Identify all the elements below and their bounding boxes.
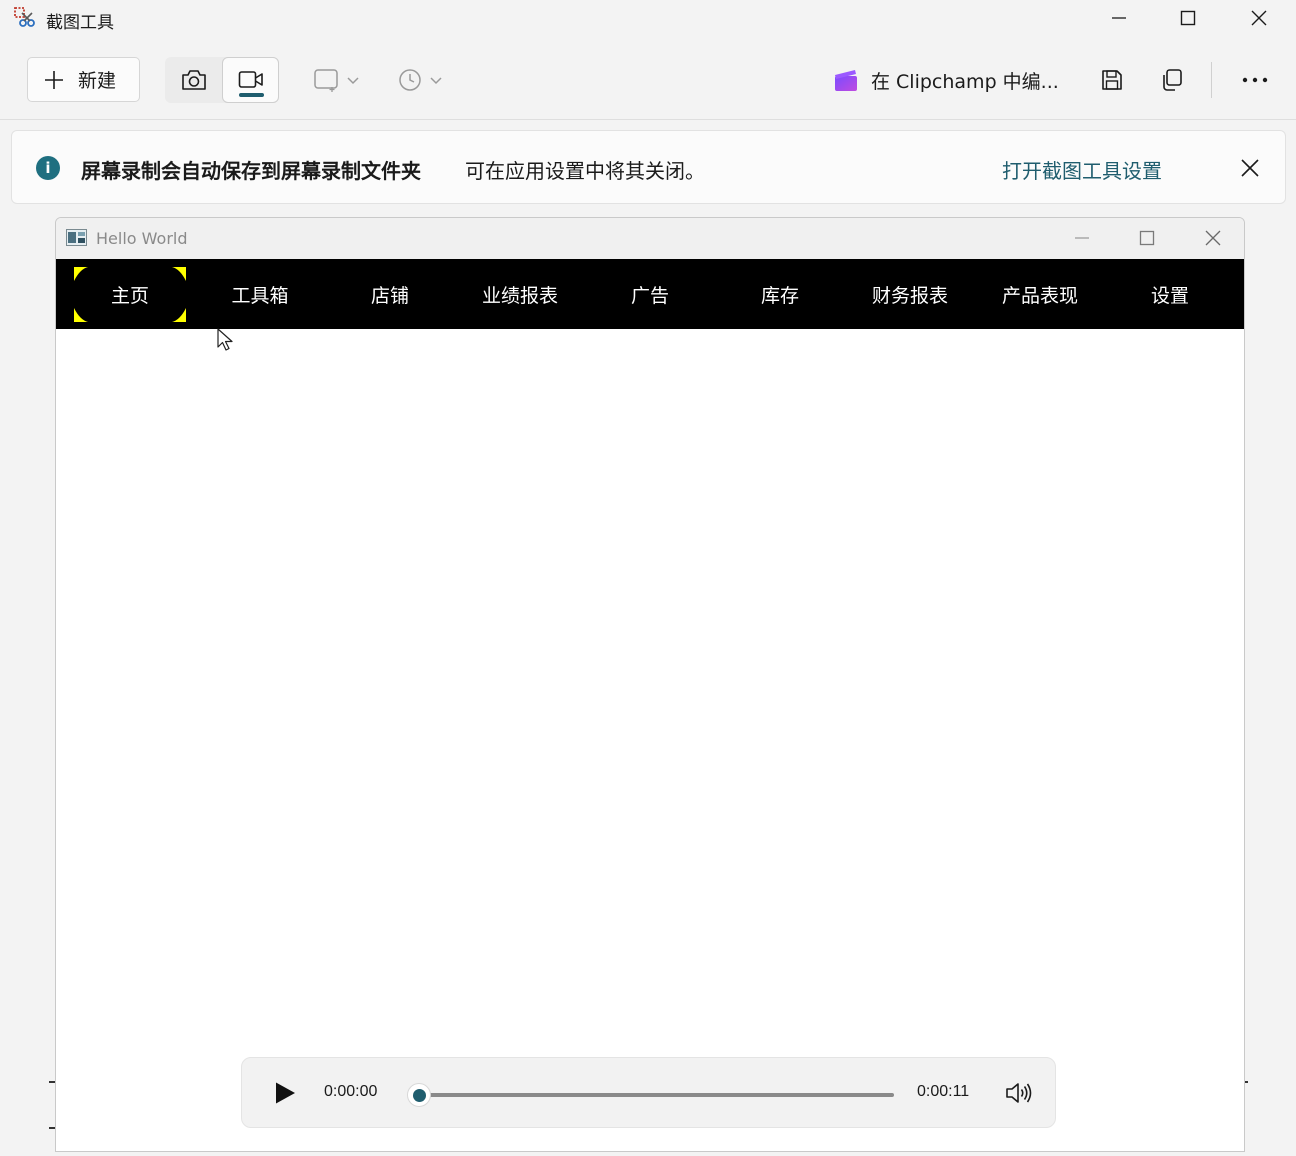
window-maximize-button[interactable]	[1120, 218, 1174, 258]
screenshot-mode-button[interactable]	[165, 57, 222, 103]
capture-area-dropdown[interactable]	[313, 57, 361, 103]
minimize-icon	[1112, 17, 1126, 19]
window-close-button[interactable]	[1186, 218, 1240, 258]
clock-icon	[399, 69, 421, 91]
copy-button[interactable]	[1149, 57, 1195, 103]
window-app-icon	[66, 229, 87, 246]
app-title: 截图工具	[46, 13, 114, 33]
active-mode-indicator	[239, 93, 264, 97]
close-button[interactable]	[1224, 0, 1294, 36]
volume-icon	[1006, 1083, 1032, 1103]
new-button-label: 新建	[78, 70, 117, 92]
video-camera-icon	[238, 71, 263, 88]
plus-icon	[45, 70, 63, 89]
more-options-button[interactable]	[1232, 57, 1278, 103]
nav-item-store[interactable]: 店铺	[334, 259, 446, 329]
minimize-button[interactable]	[1084, 0, 1154, 36]
hello-world-titlebar: Hello World	[56, 218, 1244, 259]
toolbar-divider	[1211, 62, 1212, 98]
video-player-controls: 0:00:00 0:00:11	[241, 1057, 1056, 1128]
camera-icon	[181, 70, 206, 90]
nav-item-settings[interactable]: 设置	[1114, 259, 1226, 329]
maximize-icon	[1139, 230, 1155, 246]
new-button[interactable]: 新建	[27, 57, 140, 102]
main-nav: 主页 工具箱 店铺 业绩报表 广告 库存 财务报表 产品表现 设置	[56, 259, 1244, 329]
close-icon	[1241, 159, 1259, 177]
toolbar: 新建 在 Clipchamp 中编...	[0, 48, 1296, 112]
info-bar: i 屏幕录制会自动保存到屏幕录制文件夹 可在应用设置中将其关闭。 打开截图工具设…	[11, 130, 1286, 204]
info-icon: i	[36, 156, 60, 180]
nav-item-inventory[interactable]: 库存	[724, 259, 836, 329]
delay-dropdown[interactable]	[398, 57, 444, 103]
clipchamp-icon	[835, 70, 857, 91]
crop-edge-mark	[1245, 1081, 1248, 1083]
snipping-tool-icon	[14, 7, 35, 27]
play-icon	[276, 1082, 295, 1104]
maximize-icon	[1180, 10, 1196, 26]
clipchamp-edit-button[interactable]: 在 Clipchamp 中编...	[833, 57, 1059, 103]
info-title: 屏幕录制会自动保存到屏幕录制文件夹	[81, 159, 421, 183]
hello-world-window: Hello World 主页 工具箱 店铺 业绩报表 广告 库存 财务报表 产品…	[55, 217, 1245, 1152]
dismiss-info-button[interactable]	[1237, 155, 1263, 181]
save-button[interactable]	[1089, 57, 1135, 103]
more-horizontal-icon	[1242, 77, 1268, 83]
title-bar: 截图工具	[0, 0, 1296, 36]
copy-icon	[1163, 69, 1182, 91]
current-time: 0:00:00	[324, 1083, 378, 1100]
capture-mode-toggle	[165, 57, 279, 103]
play-button[interactable]	[272, 1080, 298, 1106]
nav-item-home[interactable]: 主页	[74, 259, 186, 329]
info-message: 可在应用设置中将其关闭。	[465, 159, 705, 183]
rectangle-select-icon	[314, 69, 338, 92]
seek-thumb-dot	[412, 1088, 426, 1102]
volume-button[interactable]	[1005, 1080, 1033, 1106]
total-time: 0:00:11	[917, 1083, 970, 1100]
mouse-cursor-icon	[217, 328, 233, 351]
nav-item-ads[interactable]: 广告	[594, 259, 706, 329]
clipchamp-label: 在 Clipchamp 中编...	[871, 70, 1059, 93]
open-settings-link[interactable]: 打开截图工具设置	[1002, 155, 1162, 184]
close-icon	[1205, 230, 1221, 246]
minimize-icon	[1075, 237, 1089, 239]
video-mode-button[interactable]	[222, 57, 279, 103]
seek-thumb[interactable]	[407, 1083, 431, 1107]
chevron-down-icon	[430, 77, 442, 85]
chevron-down-icon	[347, 77, 359, 85]
maximize-button[interactable]	[1153, 0, 1223, 36]
window-title: Hello World	[96, 229, 188, 248]
close-icon	[1251, 10, 1267, 26]
window-minimize-button[interactable]	[1055, 218, 1109, 258]
nav-item-finance-report[interactable]: 财务报表	[854, 259, 966, 329]
toolbar-divider-line	[0, 119, 1296, 120]
nav-item-product-performance[interactable]: 产品表现	[984, 259, 1096, 329]
seek-bar[interactable]	[413, 1093, 894, 1097]
save-icon	[1102, 70, 1122, 90]
nav-item-performance-report[interactable]: 业绩报表	[464, 259, 576, 329]
nav-item-toolbox[interactable]: 工具箱	[204, 259, 316, 329]
